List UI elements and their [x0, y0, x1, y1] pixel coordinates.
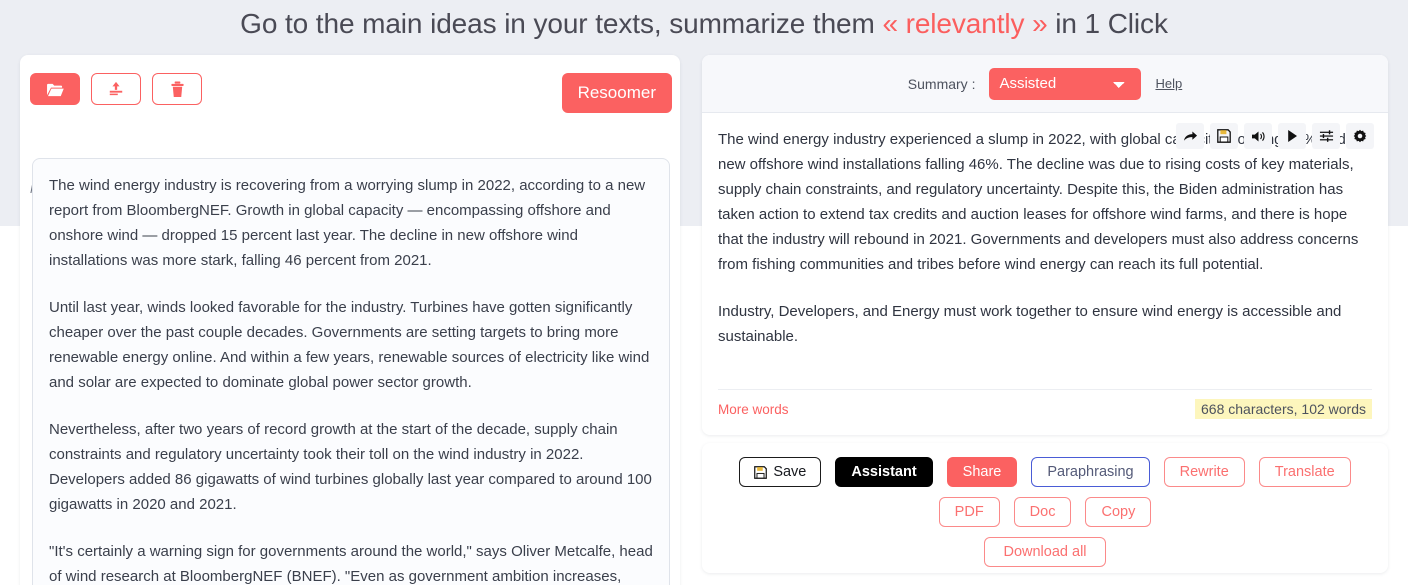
summary-icon-toolbar: [1176, 123, 1374, 149]
source-toolbar: [30, 73, 202, 105]
action-panel: Save Assistant Share Paraphrasing Rewrit…: [702, 443, 1388, 573]
action-row-download: Download all: [702, 537, 1388, 567]
doc-button[interactable]: Doc: [1013, 497, 1072, 527]
folder-open-icon: [46, 83, 64, 96]
play-button[interactable]: [1278, 123, 1306, 149]
save-action-button[interactable]: Save: [739, 457, 822, 487]
save-floppy-icon: [1217, 129, 1231, 143]
upload-icon: [109, 81, 123, 96]
more-words-link[interactable]: More words: [718, 402, 789, 417]
character-word-count: 668 characters, 102 words: [1195, 399, 1372, 419]
download-all-button[interactable]: Download all: [984, 537, 1106, 567]
summary-header: Summary : Assisted Help: [702, 55, 1388, 113]
settings-button[interactable]: [1346, 123, 1374, 149]
summary-mode-select[interactable]: Assisted: [989, 67, 1142, 100]
rewrite-button[interactable]: Rewrite: [1163, 457, 1245, 487]
trash-icon: [170, 81, 184, 97]
paraphrasing-button[interactable]: Paraphrasing: [1031, 457, 1150, 487]
copy-button[interactable]: Copy: [1085, 497, 1152, 527]
page-title: Go to the main ideas in your texts, summ…: [0, 8, 1408, 40]
speaker-icon: [1251, 130, 1265, 142]
gear-icon: [1353, 129, 1367, 143]
page-title-accent: « relevantly »: [882, 8, 1048, 39]
share-arrow-button[interactable]: [1176, 123, 1204, 149]
page-root: Go to the main ideas in your texts, summ…: [0, 0, 1408, 585]
save-button-icon[interactable]: [1210, 123, 1238, 149]
page-title-part2: in 1 Click: [1055, 8, 1168, 39]
sliders-icon: [1319, 130, 1333, 142]
sliders-button[interactable]: [1312, 123, 1340, 149]
share-button[interactable]: Share: [946, 457, 1018, 487]
summary-paragraph: The wind energy industry experienced a s…: [718, 131, 1359, 273]
source-paragraph: Nevertheless, after two years of record …: [49, 421, 652, 513]
assistant-button[interactable]: Assistant: [835, 457, 933, 487]
action-row-primary: Save Assistant Share Paraphrasing Rewrit…: [702, 457, 1388, 487]
help-link[interactable]: Help: [1155, 76, 1182, 91]
speaker-button[interactable]: [1244, 123, 1272, 149]
delete-button[interactable]: [152, 73, 202, 105]
pdf-button[interactable]: PDF: [938, 497, 1000, 527]
save-action-label: Save: [773, 464, 807, 480]
share-arrow-icon: [1183, 131, 1197, 141]
translate-button[interactable]: Translate: [1258, 457, 1351, 487]
play-icon: [1287, 130, 1297, 142]
summary-panel: Summary : Assisted Help The wind energy …: [702, 55, 1388, 435]
action-row-export: PDF Doc Copy: [702, 497, 1388, 527]
open-folder-button[interactable]: [30, 73, 80, 105]
upload-button[interactable]: [91, 73, 141, 105]
source-paragraph: The wind energy industry is recovering f…: [49, 177, 646, 269]
summary-paragraph: Industry, Developers, and Energy must wo…: [718, 303, 1342, 345]
resoomer-button[interactable]: Resoomer: [561, 73, 672, 113]
source-paragraph: Until last year, winds looked favorable …: [49, 299, 650, 391]
summary-footer: More words 668 characters, 102 words: [718, 389, 1372, 419]
save-floppy-icon: [754, 465, 768, 479]
source-paragraph: "It's certainly a warning sign for gover…: [49, 543, 653, 585]
page-title-part1: Go to the main ideas in your texts, summ…: [240, 8, 875, 39]
source-textarea[interactable]: The wind energy industry is recovering f…: [32, 158, 670, 585]
summary-label: Summary :: [907, 75, 976, 92]
summary-body: The wind energy industry experienced a s…: [702, 113, 1388, 435]
source-text-panel: Resoomer No character limit. The wind en…: [20, 55, 680, 585]
